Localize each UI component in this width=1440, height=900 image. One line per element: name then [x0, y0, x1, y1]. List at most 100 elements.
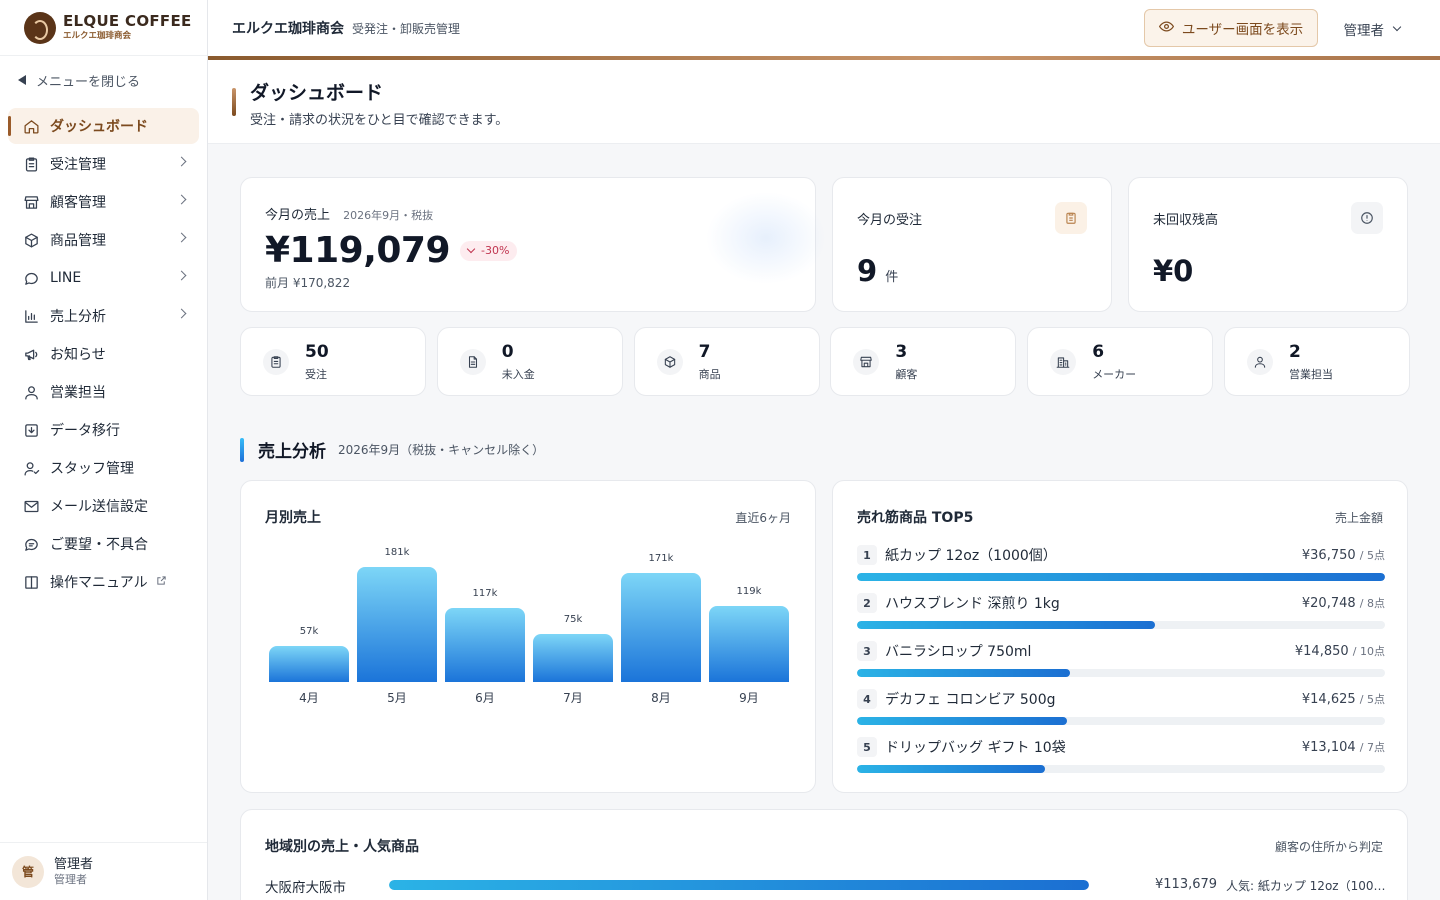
rank-product-name: ドリップバッグ ギフト 10袋	[885, 740, 1066, 756]
chart-bar[interactable]	[533, 634, 613, 682]
stat-card-0[interactable]: 50 受注	[240, 327, 426, 396]
mail-icon	[22, 497, 40, 515]
sidebar-item-5[interactable]: 売上分析	[8, 298, 199, 334]
chart-bar[interactable]	[621, 573, 701, 682]
stat-card-3[interactable]: 3 顧客	[830, 327, 1017, 396]
chart-bar[interactable]	[357, 567, 437, 682]
orders-label: 今月の受注	[857, 213, 923, 228]
store-icon	[853, 349, 880, 375]
sidebar-item-4[interactable]: LINE	[8, 260, 199, 296]
clipboard-icon	[22, 155, 40, 173]
collapse-menu-button[interactable]: メニューを閉じる	[0, 56, 207, 104]
chart-bar[interactable]	[269, 646, 349, 682]
rank-count: / 8点	[1359, 597, 1385, 610]
chevron-right-icon	[176, 308, 187, 319]
home-icon	[22, 117, 40, 135]
megaphone-icon	[22, 345, 40, 363]
chevron-right-icon	[176, 194, 187, 205]
rank-bar-track	[857, 621, 1385, 629]
top5-row[interactable]: 4 デカフェ コロンビア 500g ¥14,625 / 5点	[857, 685, 1385, 733]
brand[interactable]: ELQUE COFFEE エルクエ珈琲商会	[0, 0, 207, 56]
user-icon	[1247, 349, 1273, 375]
chart-x-tick: 8月	[651, 691, 671, 705]
user-role: 管理者	[54, 872, 87, 886]
region-amount: ¥113,679	[1155, 877, 1218, 892]
chart-x-tick: 5月	[387, 691, 407, 705]
top5-row[interactable]: 5 ドリップバッグ ギフト 10袋 ¥13,104 / 7点	[857, 733, 1385, 781]
top5-title: 売れ筋商品 TOP5	[857, 510, 974, 526]
region-name: 大阪府大阪市	[265, 880, 346, 896]
sidebar-item-2[interactable]: 顧客管理	[8, 184, 199, 220]
rank-amount: ¥14,850	[1294, 644, 1349, 659]
sidebar-item-10[interactable]: メール送信設定	[8, 488, 199, 524]
chart-bar[interactable]	[709, 606, 789, 682]
view-user-screen-button[interactable]: ユーザー画面を表示	[1144, 9, 1318, 47]
rank-product-name: ハウスブレンド 深煎り 1kg	[885, 596, 1060, 612]
rank-bar-fill	[857, 765, 1046, 773]
sidebar: ELQUE COFFEE エルクエ珈琲商会 メニューを閉じる ダッシュボード受注…	[0, 0, 208, 900]
sidebar-item-1[interactable]: 受注管理	[8, 146, 199, 182]
collapse-menu-label: メニューを閉じる	[36, 74, 141, 90]
region-hint: 顧客の住所から判定	[1274, 840, 1383, 854]
sidebar-item-6[interactable]: お知らせ	[8, 336, 199, 372]
receivable-kpi-card: 未回収残高 ¥0	[1128, 177, 1408, 312]
sidebar-item-label: 売上分析	[50, 309, 106, 325]
sidebar-item-0[interactable]: ダッシュボード	[8, 108, 199, 144]
admin-menu-dropdown[interactable]: 管理者	[1344, 19, 1402, 39]
store-icon	[22, 193, 40, 211]
top5-row[interactable]: 3 バニラシロップ 750ml ¥14,850 / 10点	[857, 637, 1385, 685]
user-icon	[22, 383, 40, 401]
top5-products-card: 売れ筋商品 TOP5 売上金額 1 紙カップ 12oz（1000個） ¥36,750…	[832, 480, 1408, 793]
stat-card-1[interactable]: 0 未入金	[436, 327, 623, 396]
sidebar-item-8[interactable]: データ移行	[8, 412, 199, 448]
sidebar-item-3[interactable]: 商品管理	[8, 222, 199, 258]
top-bar: エルクエ珈琲商会 受発注・卸販売管理 ユーザー画面を表示 管理者	[208, 0, 1440, 56]
stat-label: メーカー	[1092, 368, 1137, 381]
clipboard-icon	[263, 349, 289, 375]
stat-card-4[interactable]: 6 メーカー	[1027, 327, 1214, 396]
sidebar-item-label: 顧客管理	[50, 195, 106, 211]
rank-number: 3	[857, 641, 877, 661]
sidebar-item-9[interactable]: スタッフ管理	[8, 450, 199, 486]
stat-card-2[interactable]: 7 商品	[633, 327, 820, 396]
stat-card-5[interactable]: 2 営業担当	[1224, 327, 1410, 396]
box-icon	[656, 349, 683, 375]
alert-circle-icon	[1351, 202, 1383, 234]
view-user-screen-label: ユーザー画面を表示	[1181, 22, 1304, 38]
chat-icon	[22, 269, 40, 287]
sidebar-item-label: お知らせ	[50, 347, 106, 363]
region-sales-card: 地域別の売上・人気商品 顧客の住所から判定 大阪府大阪市 ¥113,679 人気: …	[240, 809, 1408, 900]
rank-bar-track	[857, 765, 1385, 773]
chart-x-tick: 4月	[299, 691, 319, 705]
rank-amount: ¥14,625	[1301, 692, 1356, 707]
rank-count: / 7点	[1359, 741, 1385, 754]
rank-product-name: デカフェ コロンビア 500g	[885, 692, 1056, 708]
receivable-value: ¥0	[1153, 254, 1194, 288]
top5-row[interactable]: 2 ハウスブレンド 深煎り 1kg ¥20,748 / 8点	[857, 589, 1385, 637]
title-accent-bar	[232, 88, 236, 116]
card-glow	[701, 188, 831, 288]
top5-row[interactable]: 1 紙カップ 12oz（1000個） ¥36,750 / 5点	[857, 541, 1385, 589]
monthly-sales-card: 月別売上 直近6ヶ月 57k 181k 117k 75k 171k 119k 4月 5月 6月…	[240, 480, 816, 793]
chart-x-tick: 7月	[563, 691, 583, 705]
region-title: 地域別の売上・人気商品	[265, 839, 419, 855]
sidebar-item-7[interactable]: 営業担当	[8, 374, 199, 410]
chart-bar[interactable]	[445, 608, 525, 682]
sidebar-item-label: 受注管理	[50, 157, 106, 173]
chart-bar-label: 75k	[563, 614, 583, 625]
user-name: 管理者	[54, 856, 94, 872]
sidebar-user[interactable]: 管 管理者 管理者	[0, 842, 207, 900]
page-title: ダッシュボード	[250, 82, 384, 104]
rank-bar-fill	[857, 621, 1156, 629]
analysis-title: 売上分析	[258, 442, 326, 462]
rank-bar-fill	[857, 669, 1071, 677]
sidebar-item-11[interactable]: ご要望・不具合	[8, 526, 199, 562]
rank-number: 2	[857, 593, 877, 613]
stat-label: 営業担当	[1289, 368, 1333, 381]
chevron-right-icon	[176, 270, 187, 281]
region-bar-fill	[389, 880, 1089, 890]
sidebar-item-12[interactable]: 操作マニュアル	[8, 564, 199, 600]
chart-bar-label: 57k	[299, 626, 319, 637]
import-icon	[22, 421, 40, 439]
top5-hint: 売上金額	[1334, 511, 1383, 525]
